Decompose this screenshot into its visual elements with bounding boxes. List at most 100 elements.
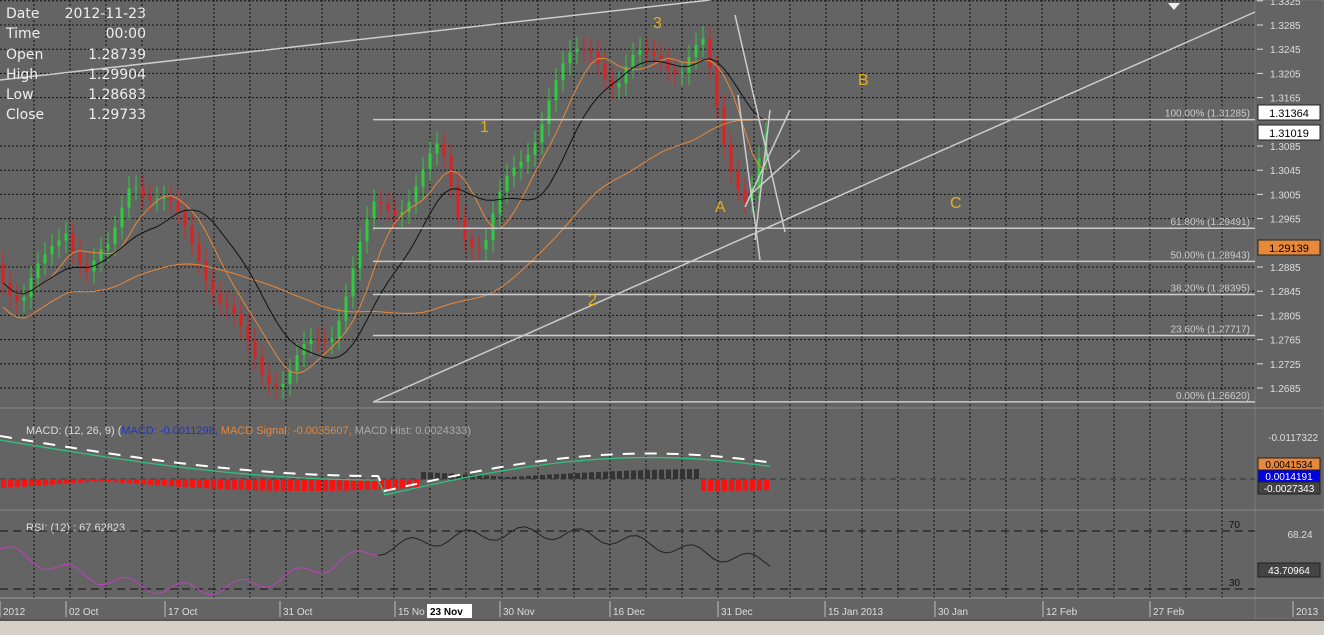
macd-histogram-bar	[85, 479, 90, 482]
candle-body	[477, 247, 481, 250]
high-label: High	[6, 66, 39, 83]
rsi-level-label: 30	[1229, 578, 1241, 589]
macd-histogram-bar	[22, 479, 27, 487]
macd-histogram-bar	[533, 475, 538, 479]
macd-marker-label: 0.0041534	[1265, 460, 1313, 471]
chart-canvas[interactable]: 1.3325 1.3285 1.3245 1.3205 1.3165 1.3085 1.30…	[0, 0, 1324, 633]
candle-body	[596, 52, 600, 64]
macd-histogram-bar	[505, 476, 510, 479]
candle-body	[344, 296, 348, 321]
candle-body	[15, 295, 19, 301]
wave-label-A: A	[715, 199, 726, 216]
wave-label-2: 2	[588, 292, 597, 309]
macd-histogram-bar	[652, 469, 657, 479]
price-tick-label: 1.2765	[1270, 336, 1301, 347]
candle-body	[694, 44, 698, 58]
candle-body	[456, 186, 460, 217]
candle-body	[204, 260, 208, 281]
candle-body	[267, 374, 271, 385]
candle-body	[372, 201, 376, 219]
macd-legend-part: MACD: (12, 26, 9) (	[26, 425, 122, 437]
candle-body	[533, 142, 537, 155]
candle-body	[722, 106, 726, 145]
time-value: 00:00	[105, 26, 146, 43]
candle-body	[71, 233, 75, 253]
candle-body	[701, 38, 705, 45]
candle-body	[246, 326, 250, 341]
macd-histogram-bar	[190, 479, 195, 488]
macd-histogram-bar	[323, 479, 328, 491]
trading-chart[interactable]: 1.3325 1.3285 1.3245 1.3205 1.3165 1.3085 1.30…	[0, 0, 1324, 635]
candle-body	[106, 244, 110, 250]
low-value: 1.28683	[88, 87, 146, 104]
macd-histogram-bar	[750, 479, 755, 491]
x-tick-label: 12 Feb	[1046, 607, 1078, 618]
macd-histogram-bar	[218, 479, 223, 489]
fibonacci-level-label: 50.00% (1.28943)	[1170, 250, 1250, 261]
macd-histogram-bar	[715, 479, 720, 491]
x-tick-label: 2012	[3, 607, 26, 618]
macd-histogram-bar	[183, 479, 188, 488]
candle-body	[470, 238, 474, 248]
macd-histogram-bar	[540, 474, 545, 479]
candle-body	[715, 68, 719, 107]
macd-histogram-bar	[92, 479, 97, 482]
macd-histogram-bar	[239, 479, 244, 490]
date-value: 2012-11-23	[64, 6, 146, 22]
candle-body	[505, 175, 509, 192]
macd-histogram-bar	[358, 479, 363, 491]
macd-histogram-bar	[582, 472, 587, 479]
open-label: Open	[6, 46, 44, 63]
macd-histogram-bar	[225, 479, 230, 490]
candle-body	[687, 57, 691, 73]
macd-histogram-bar	[344, 479, 349, 491]
price-tick-label: 1.3245	[1270, 45, 1301, 56]
close-label: Close	[6, 107, 45, 124]
wave-label-C: C	[950, 195, 962, 212]
candle-body	[547, 100, 551, 125]
macd-histogram-bar	[484, 475, 489, 479]
macd-histogram-bar	[106, 479, 111, 482]
macd-histogram-bar	[722, 479, 727, 491]
price-marker-label: 1.31364	[1269, 108, 1309, 120]
candle-body	[673, 70, 677, 74]
macd-histogram-bar	[260, 479, 265, 491]
macd-histogram-bar	[1, 479, 6, 488]
candle-body	[484, 240, 488, 250]
candle-body	[1, 263, 5, 283]
candle-body	[414, 186, 418, 202]
candle-body	[421, 168, 425, 187]
candle-body	[358, 241, 362, 269]
candle-body	[78, 252, 82, 265]
fibonacci-level-label: 61.80% (1.29491)	[1170, 217, 1250, 228]
macd-histogram-bar	[330, 479, 335, 491]
macd-histogram-bar	[197, 479, 202, 488]
macd-histogram-bar	[148, 479, 153, 485]
macd-histogram-bar	[29, 479, 34, 487]
macd-histogram-bar	[127, 479, 132, 484]
candle-body	[638, 49, 642, 55]
macd-histogram-bar	[288, 479, 293, 491]
fibonacci-level-label: 0.00% (1.26620)	[1176, 391, 1250, 402]
price-tick-label: 1.2685	[1270, 384, 1301, 395]
macd-histogram-bar	[554, 474, 559, 479]
macd-histogram-bar	[316, 479, 321, 491]
candle-body	[652, 51, 656, 56]
macd-histogram-bar	[141, 479, 146, 485]
chart-background	[0, 0, 1324, 619]
macd-histogram-bar	[253, 479, 258, 491]
fibonacci-level-label: 23.60% (1.27717)	[1170, 325, 1250, 336]
candle-body	[610, 78, 614, 88]
macd-marker-label: -0.0027343	[1264, 484, 1315, 495]
candle-body	[260, 357, 264, 375]
x-tick-label: 16 Dec	[613, 607, 645, 618]
candle-body	[582, 48, 586, 51]
candle-body	[36, 263, 40, 279]
macd-histogram-bar	[78, 479, 83, 483]
price-tick-label: 1.3285	[1270, 21, 1301, 32]
candle-body	[617, 83, 621, 88]
macd-histogram-bar	[638, 470, 643, 479]
x-tick-label: 31 Dec	[721, 607, 753, 618]
macd-histogram-bar	[701, 479, 706, 491]
candle-body	[631, 54, 635, 67]
